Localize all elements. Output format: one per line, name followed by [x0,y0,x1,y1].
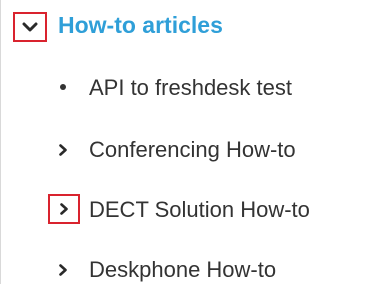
chevron-right-icon[interactable] [48,194,80,224]
tree-parent-row[interactable]: How-to articles [0,6,370,46]
tree-item-label[interactable]: Conferencing How-to [89,137,296,163]
tree-item-conferencing-how-to[interactable]: Conferencing How-to [0,130,370,170]
tree-item-deskphone-how-to[interactable]: Deskphone How-to [0,250,370,290]
tree-item-label[interactable]: Deskphone How-to [89,257,276,283]
tree-item-api-to-freshdesk-test[interactable]: API to freshdesk test [0,68,370,108]
tree-item-label[interactable]: API to freshdesk test [89,75,292,101]
tree-item-label[interactable]: DECT Solution How-to [89,197,310,223]
chevron-right-icon[interactable] [54,139,72,161]
tree-parent-label[interactable]: How-to articles [58,12,223,39]
chevron-right-icon[interactable] [54,259,72,281]
article-category-tree: How-to articles API to freshdesk test Co… [0,0,370,284]
chevron-down-icon[interactable] [13,12,47,42]
bullet-icon [60,84,66,90]
tree-item-dect-solution-how-to[interactable]: DECT Solution How-to [0,190,370,230]
